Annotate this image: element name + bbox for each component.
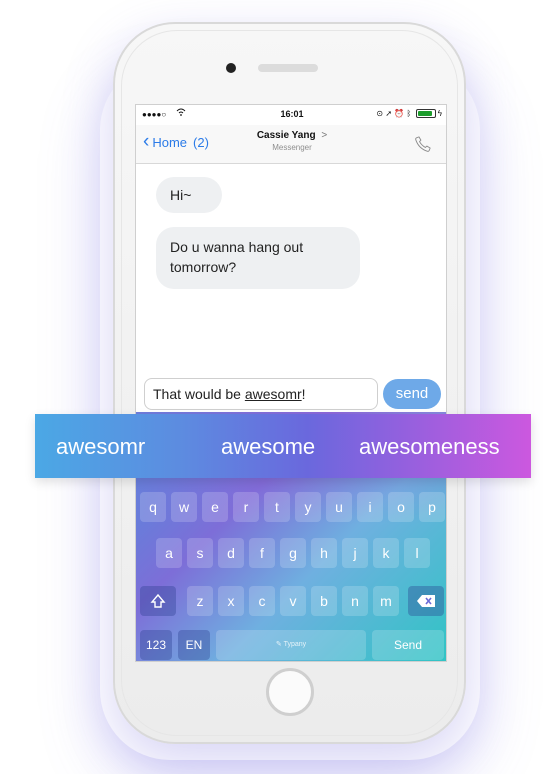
language-key[interactable]: EN (178, 630, 210, 660)
location-icon: ➚ (385, 109, 393, 118)
key-b[interactable]: b (311, 586, 337, 616)
key-h[interactable]: h (311, 538, 337, 568)
key-o[interactable]: o (388, 492, 414, 522)
key-v[interactable]: v (280, 586, 306, 616)
key-s[interactable]: s (187, 538, 213, 568)
contact-name: Cassie Yang > (216, 130, 368, 141)
backspace-key[interactable] (408, 586, 444, 616)
key-y[interactable]: y (295, 492, 321, 522)
send-key[interactable]: Send (372, 630, 444, 660)
shift-arrow-icon (150, 593, 166, 608)
status-bar: ●●●●○ 16:01 ⊙ ➚ ⏰ ᛒ ϟ (136, 105, 446, 125)
input-text: That would be (153, 386, 245, 402)
message-bubble: Hi~ (156, 177, 222, 213)
key-z[interactable]: z (187, 586, 213, 616)
suggestion-primary[interactable]: awesome (221, 434, 315, 460)
contact-name-text: Cassie Yang (256, 130, 316, 141)
input-text-end: ! (301, 386, 306, 402)
navigation-bar: ‹ Home (2) Cassie Yang > Messenger (136, 125, 446, 164)
key-i[interactable]: i (357, 492, 383, 522)
battery-icon (415, 109, 436, 119)
alarm-icon: ⏰ (394, 109, 405, 118)
conversation-subtitle: Messenger (272, 143, 312, 152)
misspelled-word: awesomr (244, 386, 302, 402)
key-w[interactable]: w (171, 492, 197, 522)
message-bubble: Do u wanna hang out tomorrow? (156, 227, 360, 289)
chevron-right-icon: > (321, 130, 328, 141)
back-label: Home (152, 135, 188, 150)
backspace-icon (417, 595, 435, 607)
key-c[interactable]: c (249, 586, 275, 616)
conversation-header[interactable]: Cassie Yang > Messenger (216, 130, 368, 152)
shift-key[interactable] (140, 586, 176, 616)
numbers-key[interactable]: 123 (140, 630, 172, 660)
key-u[interactable]: u (326, 492, 352, 522)
earpiece-speaker (258, 64, 318, 72)
key-d[interactable]: d (218, 538, 244, 568)
key-a[interactable]: a (156, 538, 182, 568)
suggestion-original[interactable]: awesomr (56, 434, 145, 460)
chevron-left-icon: ‹ (143, 130, 150, 152)
phone-screen: ●●●●○ 16:01 ⊙ ➚ ⏰ ᛒ ϟ ‹ Home (2) Cassie … (135, 104, 447, 662)
key-p[interactable]: p (419, 492, 445, 522)
rotation-lock-icon: ⊙ (376, 109, 384, 118)
key-m[interactable]: m (373, 586, 399, 616)
charging-icon: ϟ (437, 109, 442, 118)
suggestion-secondary[interactable]: awesomeness (359, 434, 500, 460)
phone-icon[interactable] (414, 135, 432, 153)
key-x[interactable]: x (218, 586, 244, 616)
home-button[interactable] (266, 668, 314, 716)
space-bar[interactable]: ✎ Typany (216, 630, 366, 660)
key-r[interactable]: r (233, 492, 259, 522)
suggestion-bar: awesomr awesome awesomeness (35, 414, 531, 478)
status-indicators: ⊙ ➚ ⏰ ᛒ ϟ (376, 109, 442, 119)
space-bar-brand: Typany (283, 641, 307, 648)
front-camera (226, 63, 236, 73)
unread-count: (2) (193, 135, 209, 150)
pencil-icon: ✎ (275, 641, 282, 648)
key-n[interactable]: n (342, 586, 368, 616)
key-f[interactable]: f (249, 538, 275, 568)
key-k[interactable]: k (373, 538, 399, 568)
key-g[interactable]: g (280, 538, 306, 568)
key-q[interactable]: q (140, 492, 166, 522)
back-button[interactable]: ‹ Home (2) (143, 130, 209, 152)
key-j[interactable]: j (342, 538, 368, 568)
key-l[interactable]: l (404, 538, 430, 568)
key-e[interactable]: e (202, 492, 228, 522)
message-input[interactable]: That would be awesomr! (144, 378, 378, 410)
key-t[interactable]: t (264, 492, 290, 522)
bluetooth-icon: ᛒ (406, 109, 412, 118)
send-button[interactable]: send (383, 379, 441, 409)
